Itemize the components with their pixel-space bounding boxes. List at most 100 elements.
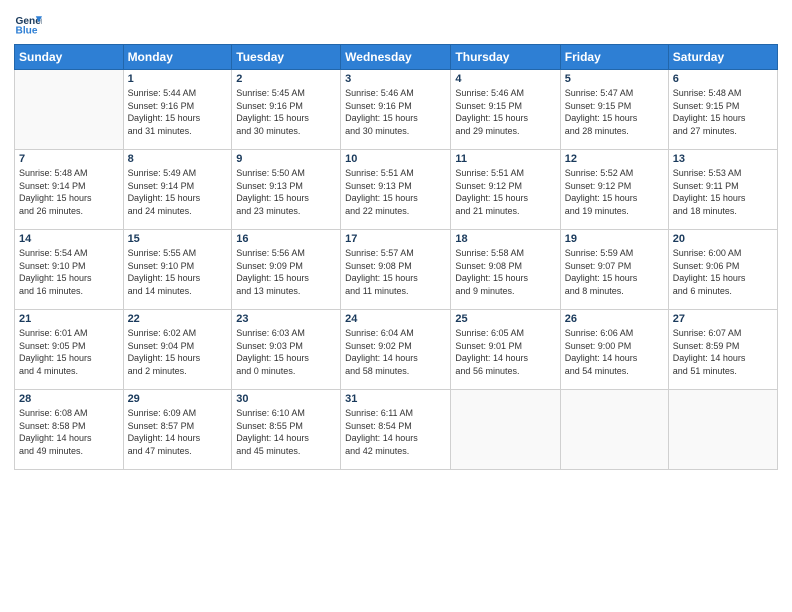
day-number: 7: [19, 153, 119, 165]
calendar-week-row: 21 Sunrise: 6:01 AM Sunset: 9:05 PM Dayli…: [15, 310, 778, 390]
day-info: Sunrise: 5:55 AM Sunset: 9:10 PM Dayligh…: [128, 247, 228, 297]
calendar-cell: 6 Sunrise: 5:48 AM Sunset: 9:15 PM Daylig…: [668, 70, 777, 150]
calendar-week-row: 7 Sunrise: 5:48 AM Sunset: 9:14 PM Daylig…: [15, 150, 778, 230]
day-number: 14: [19, 233, 119, 245]
day-number: 5: [565, 73, 664, 85]
day-info: Sunrise: 5:44 AM Sunset: 9:16 PM Dayligh…: [128, 87, 228, 137]
day-number: 22: [128, 313, 228, 325]
day-number: 4: [455, 73, 555, 85]
day-number: 29: [128, 393, 228, 405]
calendar-cell: 26 Sunrise: 6:06 AM Sunset: 9:00 PM Dayli…: [560, 310, 668, 390]
weekday-header-thursday: Thursday: [451, 45, 560, 70]
day-number: 10: [345, 153, 446, 165]
calendar-week-row: 28 Sunrise: 6:08 AM Sunset: 8:58 PM Dayli…: [15, 390, 778, 470]
calendar-cell: 20Sunrise: 6:00 AM Sunset: 9:06 PM Dayli…: [668, 230, 777, 310]
day-info: Sunrise: 6:10 AM Sunset: 8:55 PM Dayligh…: [236, 407, 336, 457]
day-info: Sunrise: 5:54 AM Sunset: 9:10 PM Dayligh…: [19, 247, 119, 297]
weekday-header-wednesday: Wednesday: [341, 45, 451, 70]
calendar-cell: 17 Sunrise: 5:57 AM Sunset: 9:08 PM Dayli…: [341, 230, 451, 310]
calendar-cell: 2 Sunrise: 5:45 AM Sunset: 9:16 PM Daylig…: [232, 70, 341, 150]
day-info: Sunrise: 6:01 AM Sunset: 9:05 PM Dayligh…: [19, 327, 119, 377]
day-info: Sunrise: 5:45 AM Sunset: 9:16 PM Dayligh…: [236, 87, 336, 137]
day-info: Sunrise: 6:05 AM Sunset: 9:01 PM Dayligh…: [455, 327, 555, 377]
day-number: 15: [128, 233, 228, 245]
day-number: 21: [19, 313, 119, 325]
calendar-cell: [451, 390, 560, 470]
day-info: Sunrise: 5:57 AM Sunset: 9:08 PM Dayligh…: [345, 247, 446, 297]
calendar-week-row: 14 Sunrise: 5:54 AM Sunset: 9:10 PM Dayli…: [15, 230, 778, 310]
day-number: 9: [236, 153, 336, 165]
day-number: 11: [455, 153, 555, 165]
day-info: Sunrise: 5:52 AM Sunset: 9:12 PM Dayligh…: [565, 167, 664, 217]
day-number: 1: [128, 73, 228, 85]
calendar-cell: 12 Sunrise: 5:52 AM Sunset: 9:12 PM Dayli…: [560, 150, 668, 230]
calendar-cell: [668, 390, 777, 470]
calendar-page: General Blue SundayMondayTuesdayWednesda…: [0, 0, 792, 612]
day-number: 6: [673, 73, 773, 85]
svg-text:Blue: Blue: [16, 25, 38, 36]
calendar-cell: 29Sunrise: 6:09 AM Sunset: 8:57 PM Dayli…: [123, 390, 232, 470]
day-number: 18: [455, 233, 555, 245]
day-info: Sunrise: 5:53 AM Sunset: 9:11 PM Dayligh…: [673, 167, 773, 217]
day-info: Sunrise: 5:49 AM Sunset: 9:14 PM Dayligh…: [128, 167, 228, 217]
day-info: Sunrise: 6:08 AM Sunset: 8:58 PM Dayligh…: [19, 407, 119, 457]
calendar-cell: 1 Sunrise: 5:44 AM Sunset: 9:16 PM Daylig…: [123, 70, 232, 150]
calendar-cell: 18Sunrise: 5:58 AM Sunset: 9:08 PM Dayli…: [451, 230, 560, 310]
calendar-cell: 11Sunrise: 5:51 AM Sunset: 9:12 PM Dayli…: [451, 150, 560, 230]
day-number: 8: [128, 153, 228, 165]
calendar-cell: 15 Sunrise: 5:55 AM Sunset: 9:10 PM Dayli…: [123, 230, 232, 310]
day-number: 28: [19, 393, 119, 405]
weekday-header-monday: Monday: [123, 45, 232, 70]
day-number: 20: [673, 233, 773, 245]
day-number: 26: [565, 313, 664, 325]
day-info: Sunrise: 6:06 AM Sunset: 9:00 PM Dayligh…: [565, 327, 664, 377]
calendar-cell: 4 Sunrise: 5:46 AM Sunset: 9:15 PM Daylig…: [451, 70, 560, 150]
day-info: Sunrise: 6:03 AM Sunset: 9:03 PM Dayligh…: [236, 327, 336, 377]
day-info: Sunrise: 5:48 AM Sunset: 9:14 PM Dayligh…: [19, 167, 119, 217]
calendar-cell: 10 Sunrise: 5:51 AM Sunset: 9:13 PM Dayli…: [341, 150, 451, 230]
day-number: 13: [673, 153, 773, 165]
day-number: 24: [345, 313, 446, 325]
day-info: Sunrise: 5:59 AM Sunset: 9:07 PM Dayligh…: [565, 247, 664, 297]
calendar-cell: 27Sunrise: 6:07 AM Sunset: 8:59 PM Dayli…: [668, 310, 777, 390]
calendar-cell: 19 Sunrise: 5:59 AM Sunset: 9:07 PM Dayli…: [560, 230, 668, 310]
logo: General Blue: [14, 10, 42, 38]
calendar-table: SundayMondayTuesdayWednesdayThursdayFrid…: [14, 44, 778, 470]
weekday-header-tuesday: Tuesday: [232, 45, 341, 70]
calendar-cell: 16 Sunrise: 5:56 AM Sunset: 9:09 PM Dayli…: [232, 230, 341, 310]
calendar-cell: 22Sunrise: 6:02 AM Sunset: 9:04 PM Dayli…: [123, 310, 232, 390]
calendar-cell: 5Sunrise: 5:47 AM Sunset: 9:15 PM Daylig…: [560, 70, 668, 150]
day-number: 19: [565, 233, 664, 245]
weekday-header-row: SundayMondayTuesdayWednesdayThursdayFrid…: [15, 45, 778, 70]
calendar-cell: 13 Sunrise: 5:53 AM Sunset: 9:11 PM Dayli…: [668, 150, 777, 230]
calendar-cell: 24 Sunrise: 6:04 AM Sunset: 9:02 PM Dayli…: [341, 310, 451, 390]
day-info: Sunrise: 5:56 AM Sunset: 9:09 PM Dayligh…: [236, 247, 336, 297]
day-info: Sunrise: 6:04 AM Sunset: 9:02 PM Dayligh…: [345, 327, 446, 377]
calendar-cell: 14 Sunrise: 5:54 AM Sunset: 9:10 PM Dayli…: [15, 230, 124, 310]
calendar-week-row: 1 Sunrise: 5:44 AM Sunset: 9:16 PM Daylig…: [15, 70, 778, 150]
calendar-cell: 31 Sunrise: 6:11 AM Sunset: 8:54 PM Dayli…: [341, 390, 451, 470]
day-number: 12: [565, 153, 664, 165]
calendar-cell: 23Sunrise: 6:03 AM Sunset: 9:03 PM Dayli…: [232, 310, 341, 390]
calendar-cell: 8 Sunrise: 5:49 AM Sunset: 9:14 PM Daylig…: [123, 150, 232, 230]
logo-icon: General Blue: [14, 10, 42, 38]
day-number: 25: [455, 313, 555, 325]
weekday-header-sunday: Sunday: [15, 45, 124, 70]
page-header: General Blue: [14, 10, 778, 38]
day-info: Sunrise: 5:51 AM Sunset: 9:13 PM Dayligh…: [345, 167, 446, 217]
day-info: Sunrise: 6:11 AM Sunset: 8:54 PM Dayligh…: [345, 407, 446, 457]
day-number: 30: [236, 393, 336, 405]
day-info: Sunrise: 5:50 AM Sunset: 9:13 PM Dayligh…: [236, 167, 336, 217]
calendar-cell: 25 Sunrise: 6:05 AM Sunset: 9:01 PM Dayli…: [451, 310, 560, 390]
day-info: Sunrise: 5:46 AM Sunset: 9:16 PM Dayligh…: [345, 87, 446, 137]
day-number: 31: [345, 393, 446, 405]
day-number: 16: [236, 233, 336, 245]
calendar-cell: [15, 70, 124, 150]
day-number: 2: [236, 73, 336, 85]
calendar-cell: 30 Sunrise: 6:10 AM Sunset: 8:55 PM Dayli…: [232, 390, 341, 470]
day-number: 17: [345, 233, 446, 245]
calendar-cell: 21 Sunrise: 6:01 AM Sunset: 9:05 PM Dayli…: [15, 310, 124, 390]
calendar-cell: 9 Sunrise: 5:50 AM Sunset: 9:13 PM Daylig…: [232, 150, 341, 230]
day-info: Sunrise: 5:48 AM Sunset: 9:15 PM Dayligh…: [673, 87, 773, 137]
day-info: Sunrise: 5:46 AM Sunset: 9:15 PM Dayligh…: [455, 87, 555, 137]
